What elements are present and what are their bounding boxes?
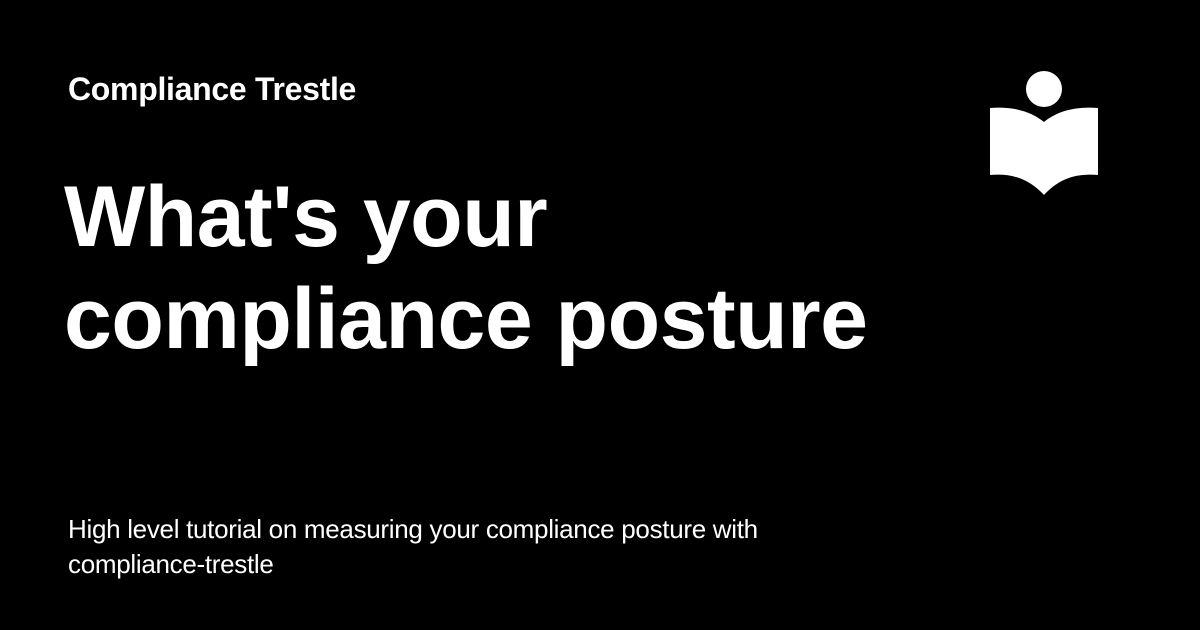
social-card: Compliance Trestle What's your complianc… bbox=[0, 0, 1200, 630]
page-description: High level tutorial on measuring your co… bbox=[68, 514, 758, 579]
page-title: What's your compliance posture bbox=[64, 169, 868, 367]
site-name: Compliance Trestle bbox=[68, 71, 357, 107]
reader-book-icon bbox=[990, 71, 1098, 195]
